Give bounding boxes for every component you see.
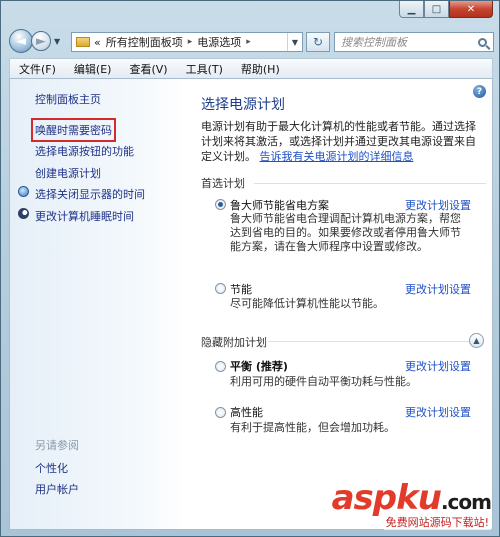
back-arrow-icon[interactable]: ◄ [9,29,33,53]
page-title: 选择电源计划 [201,97,285,113]
plan-desc-ludashi: 鲁大师节能省电合理调配计算机电源方案，帮您达到省电的目的。如果要修改或者停用鲁大… [230,212,461,253]
refresh-button[interactable]: ↻ [306,32,330,52]
address-chevron[interactable]: « [94,36,101,49]
sidebar: 控制面板主页 唤醒时需要密码 选择电源按钮的功能 创建电源计划 选择关闭显示器的… [10,79,185,529]
change-plan-settings-link[interactable]: 更改计划设置 [405,281,471,297]
breadcrumb-separator-icon[interactable]: ▸ [188,37,193,47]
menu-help[interactable]: 帮助(H) [232,61,289,77]
hidden-plans-heading: 隐藏附加计划 [201,336,267,349]
plan-name-high-performance[interactable]: 高性能 [230,404,263,420]
maximize-button[interactable]: □ [424,1,449,18]
search-input[interactable]: 搜索控制面板 [334,32,494,52]
see-also-heading: 另请参阅 [35,439,79,452]
caption-buttons: ▁ □ ✕ [399,1,493,18]
change-plan-settings-link[interactable]: 更改计划设置 [405,404,471,420]
sidebar-link-require-password[interactable]: 唤醒时需要密码 [31,118,116,142]
aspku-watermark-logo: aspku.com [331,478,492,518]
plan-radio-high-performance[interactable] [215,407,226,418]
display-icon [18,186,29,197]
sidebar-link-personalization[interactable]: 个性化 [35,460,68,476]
watermark-tagline: 免费网站源码下载站! [383,514,491,530]
breadcrumb-power-options[interactable]: 电源选项 [197,34,241,50]
sidebar-link-display-off[interactable]: 选择关闭显示器的时间 [35,186,145,202]
search-icon[interactable] [478,37,487,47]
plan-name-ludashi[interactable]: 鲁大师节能省电方案 [230,197,329,213]
menu-tools[interactable]: 工具(T) [177,61,232,77]
window-frame: ▁ □ ✕ ◄ ► ▼ « 所有控制面板项 ▸ 电源选项 ▸ ▼ ↻ 搜索控制面… [0,0,500,537]
search-placeholder: 搜索控制面板 [341,36,407,49]
page-description: 电源计划有助于最大化计算机的性能或者节能。通过选择计划来将其激活，或选择计划并通… [201,119,486,164]
plan-desc-high-performance: 有利于提高性能，但会增加功耗。 [230,421,395,434]
breadcrumb-all-items[interactable]: 所有控制面板项 [106,34,183,50]
main-panel: 选择电源计划 电源计划有助于最大化计算机的性能或者节能。通过选择计划来将其激活，… [188,79,488,529]
menu-bar: 文件(F) 编辑(E) 查看(V) 工具(T) 帮助(H) [9,58,493,78]
sidebar-link-sleep-time[interactable]: 更改计算机睡眠时间 [35,208,134,224]
sidebar-home-link[interactable]: 控制面板主页 [35,91,101,107]
menu-file[interactable]: 文件(F) [10,61,65,77]
content-area: 控制面板主页 唤醒时需要密码 选择电源按钮的功能 创建电源计划 选择关闭显示器的… [9,78,493,530]
divider [254,183,486,184]
plan-name-power-saver[interactable]: 节能 [230,281,252,297]
forward-arrow-icon[interactable]: ► [31,31,51,51]
close-button[interactable]: ✕ [449,1,493,18]
change-plan-settings-link[interactable]: 更改计划设置 [405,358,471,374]
collapse-chevron-icon[interactable]: ▲ [469,333,484,348]
menu-edit[interactable]: 编辑(E) [65,61,121,77]
divider [268,341,480,342]
sidebar-link-power-buttons[interactable]: 选择电源按钮的功能 [35,143,134,159]
sleep-moon-icon [18,208,29,219]
plan-name-balanced[interactable]: 平衡 (推荐) [230,358,288,374]
plan-info-link[interactable]: 告诉我有关电源计划的详细信息 [260,150,414,163]
change-plan-settings-link[interactable]: 更改计划设置 [405,197,471,213]
sidebar-link-user-accounts[interactable]: 用户帐户 [35,481,79,497]
nav-buttons: ◄ ► ▼ [9,29,60,53]
plan-radio-balanced[interactable] [215,361,226,372]
plan-radio-power-saver[interactable] [215,283,226,294]
plan-desc-balanced: 利用可用的硬件自动平衡功耗与性能。 [230,375,417,388]
recent-pages-dropdown-icon[interactable]: ▼ [54,37,60,46]
plan-desc-power-saver: 尽可能降低计算机性能以节能。 [230,297,384,310]
control-panel-icon [76,37,90,47]
address-dropdown-icon[interactable]: ▼ [287,33,302,51]
sidebar-link-create-plan[interactable]: 创建电源计划 [35,165,101,181]
refresh-icon: ↻ [312,35,324,49]
preferred-plans-heading: 首选计划 [201,177,245,190]
address-bar[interactable]: « 所有控制面板项 ▸ 电源选项 ▸ ▼ [71,32,303,52]
plan-radio-ludashi[interactable] [215,199,226,210]
breadcrumb-separator-icon[interactable]: ▸ [246,37,251,47]
menu-view[interactable]: 查看(V) [120,61,176,77]
minimize-button[interactable]: ▁ [399,1,424,18]
